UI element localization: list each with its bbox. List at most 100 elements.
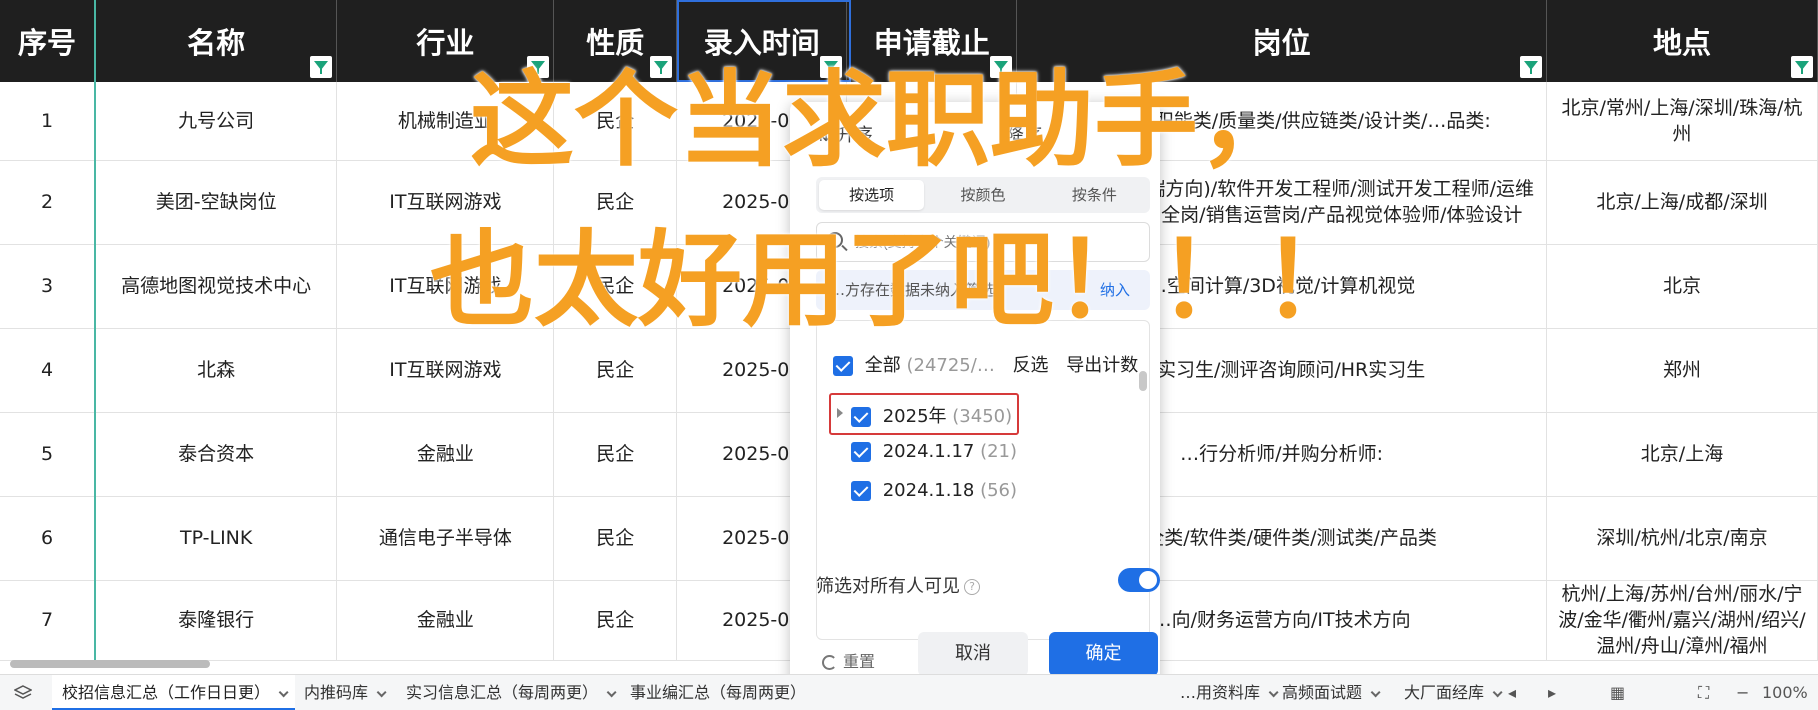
table-cell[interactable]: 1 — [0, 82, 96, 161]
column-header-type[interactable]: 性质 — [553, 0, 678, 82]
sheet-tab-6[interactable]: 大厂面经库 — [1394, 675, 1509, 710]
chevron-down-icon[interactable] — [1492, 687, 1503, 698]
tab-by-option[interactable]: 按选项 — [819, 180, 925, 210]
scroll-right-icon[interactable]: ▸ — [1548, 675, 1556, 710]
select-all-label: 全部 — [864, 355, 901, 376]
table-cell[interactable]: IT互联网游戏 — [336, 244, 555, 329]
table-cell[interactable]: 北京/上海 — [1546, 412, 1818, 497]
sheet-tab-0[interactable]: 校招信息汇总（工作日日更） — [52, 675, 296, 710]
table-cell[interactable]: 高德地图视觉技术中心 — [94, 244, 338, 329]
table-cell[interactable]: 泰隆银行 — [94, 580, 338, 661]
column-header-position[interactable]: 岗位 — [1016, 0, 1547, 82]
filter-icon[interactable] — [1520, 56, 1542, 78]
option-item[interactable]: 2024.1.18 (56) — [851, 480, 1017, 501]
include-link[interactable]: 纳入 — [1100, 270, 1130, 310]
table-cell[interactable]: 美团-空缺岗位 — [94, 160, 338, 245]
column-header-index[interactable]: 序号 — [0, 0, 96, 82]
layers-icon[interactable] — [14, 684, 32, 702]
table-cell[interactable]: 民企 — [553, 580, 678, 661]
grid-view-icon[interactable]: ▦ — [1610, 675, 1625, 710]
table-cell[interactable]: 泰合资本 — [94, 412, 338, 497]
sort-ascending-button[interactable]: ⇅ 升序 — [816, 121, 873, 147]
table-cell[interactable]: 2 — [0, 160, 96, 245]
table-cell[interactable]: 机械制造业 — [336, 82, 555, 161]
zoom-level[interactable]: 100% — [1762, 675, 1808, 710]
fullscreen-icon[interactable]: ⛶ — [1698, 675, 1709, 710]
refresh-icon — [822, 655, 837, 670]
sheet-tab-4[interactable]: …用资料库 — [1170, 675, 1285, 710]
option-item[interactable]: 2025年 (3450) — [851, 402, 1012, 428]
column-header-industry[interactable]: 行业 — [336, 0, 555, 82]
table-cell[interactable]: 郑州 — [1546, 328, 1818, 413]
notice-text: …方存在数据未纳入筛选 — [830, 281, 996, 299]
table-cell[interactable]: IT互联网游戏 — [336, 328, 555, 413]
sheet-tab-1[interactable]: 内推码库 — [294, 675, 393, 710]
table-cell[interactable]: 5 — [0, 412, 96, 497]
chevron-down-icon[interactable] — [606, 687, 617, 698]
sheet-tab-5[interactable]: 高频面试题 — [1272, 675, 1387, 710]
confirm-button[interactable]: 确定 — [1049, 632, 1158, 676]
table-cell[interactable]: 7 — [0, 580, 96, 661]
horizontal-scrollbar[interactable] — [10, 660, 210, 668]
scroll-left-icon[interactable]: ◂ — [1508, 675, 1516, 710]
table-cell[interactable]: 九号公司 — [94, 82, 338, 161]
table-cell[interactable]: 杭州/上海/苏州/台州/丽水/宁波/金华/衢州/嘉兴/湖州/绍兴/温州/舟山/漳… — [1546, 580, 1818, 661]
invert-selection-button[interactable]: 反选 — [1013, 355, 1049, 376]
sort-row: ⇅ 升序 降序 — [816, 117, 1140, 151]
table-cell[interactable]: 北京/上海/成都/深圳 — [1546, 160, 1818, 245]
table-cell[interactable]: 民企 — [553, 496, 678, 581]
export-count-button[interactable]: 导出计数 — [1066, 355, 1138, 376]
header-row: 序号 名称 行业 性质 录入时间 申请截止 岗位 地点 — [0, 0, 1818, 82]
table-cell[interactable]: 3 — [0, 244, 96, 329]
table-cell[interactable]: 民企 — [553, 244, 678, 329]
filter-icon[interactable] — [527, 56, 550, 78]
filter-icon[interactable] — [990, 56, 1013, 78]
table-cell[interactable]: 民企 — [553, 82, 678, 161]
filter-icon[interactable] — [1791, 56, 1813, 78]
table-cell[interactable]: 6 — [0, 496, 96, 581]
option-checkbox[interactable] — [851, 442, 871, 462]
table-cell[interactable]: 北京 — [1546, 244, 1818, 329]
chevron-down-icon[interactable] — [278, 687, 289, 698]
filter-mode-tabs: 按选项 按颜色 按条件 — [816, 177, 1150, 213]
sort-descending-button[interactable]: 降序 — [1006, 121, 1042, 147]
tab-by-color[interactable]: 按颜色 — [930, 180, 1035, 210]
column-header-entry-time[interactable]: 录入时间 — [676, 0, 848, 82]
column-header-name[interactable]: 名称 — [94, 0, 338, 82]
table-cell[interactable]: 北京/常州/上海/深圳/珠海/杭州 — [1546, 82, 1818, 161]
reset-button[interactable]: 重置 — [822, 648, 875, 672]
filter-search — [816, 222, 1150, 262]
select-all-checkbox[interactable] — [833, 356, 853, 376]
column-header-deadline[interactable]: 申请截止 — [846, 0, 1018, 82]
option-checkbox[interactable] — [851, 407, 871, 427]
visibility-toggle[interactable] — [1118, 568, 1160, 592]
table-cell[interactable]: IT互联网游戏 — [336, 160, 555, 245]
chevron-down-icon[interactable] — [376, 687, 387, 698]
filter-icon[interactable] — [650, 56, 673, 78]
table-cell[interactable]: 金融业 — [336, 580, 555, 661]
filter-search-input[interactable] — [855, 223, 1145, 261]
tab-by-condition[interactable]: 按条件 — [1042, 180, 1147, 210]
table-cell[interactable]: 深圳/杭州/北京/南京 — [1546, 496, 1818, 581]
sheet-tab-2[interactable]: 实习信息汇总（每周两更） — [396, 675, 623, 710]
option-item[interactable]: 2024.1.17 (21) — [851, 441, 1017, 462]
table-cell[interactable]: 4 — [0, 328, 96, 413]
sheet-tab-3[interactable]: 事业编汇总（每周两更） — [620, 675, 816, 710]
table-cell[interactable]: 金融业 — [336, 412, 555, 497]
table-cell[interactable]: 通信电子半导体 — [336, 496, 555, 581]
chevron-down-icon[interactable] — [1370, 687, 1381, 698]
zoom-out-icon[interactable]: − — [1736, 675, 1749, 710]
filter-icon[interactable] — [820, 56, 843, 78]
column-header-location[interactable]: 地点 — [1546, 0, 1818, 82]
select-all-row: 全部 (24725/… 反选 导出计数 — [833, 351, 1138, 377]
help-icon[interactable]: ? — [964, 579, 980, 595]
table-cell[interactable]: 民企 — [553, 160, 678, 245]
table-cell[interactable]: 民企 — [553, 328, 678, 413]
table-cell[interactable]: TP-LINK — [94, 496, 338, 581]
filter-icon[interactable] — [310, 56, 333, 78]
table-cell[interactable]: 民企 — [553, 412, 678, 497]
table-cell[interactable]: 北森 — [94, 328, 338, 413]
option-checkbox[interactable] — [851, 481, 871, 501]
list-scrollbar[interactable] — [1139, 371, 1147, 391]
cancel-button[interactable]: 取消 — [918, 632, 1028, 676]
